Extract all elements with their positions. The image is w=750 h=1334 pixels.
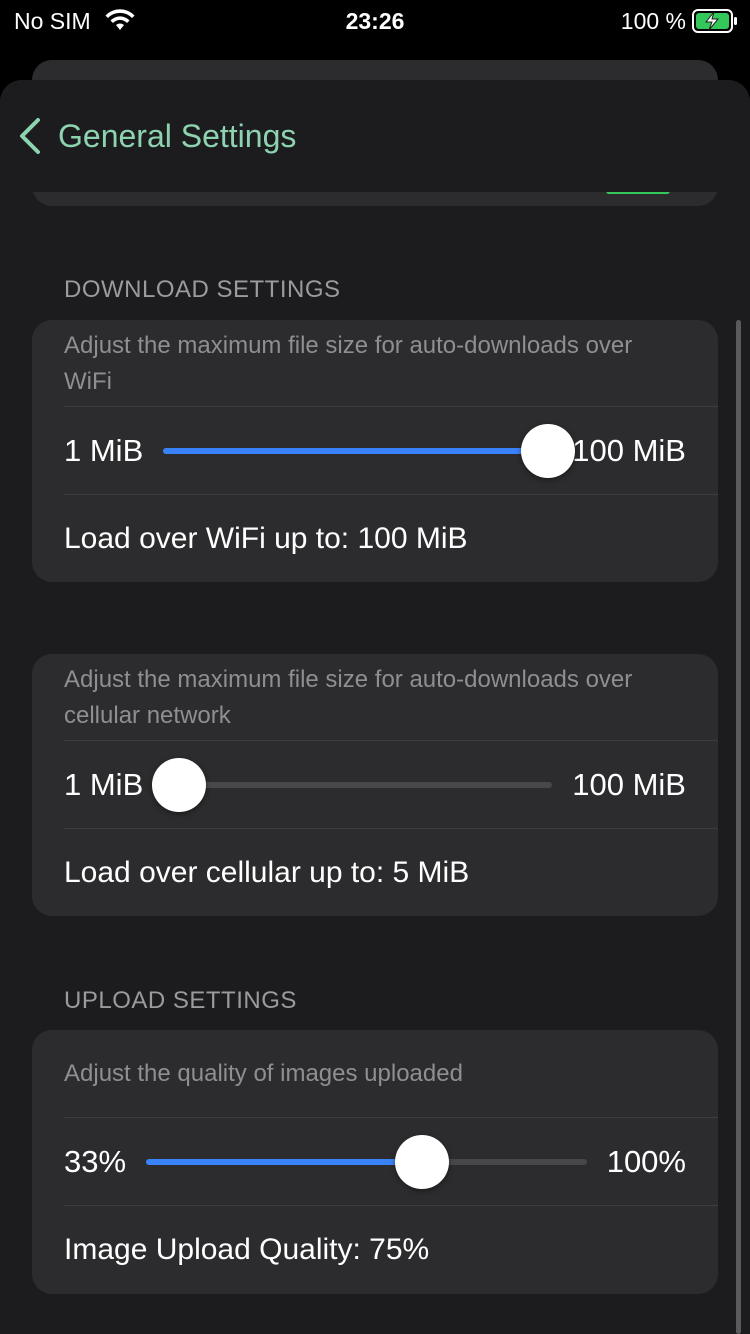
back-button[interactable]: General Settings (16, 114, 296, 158)
slider-thumb[interactable] (521, 424, 576, 478)
wifi-download-description: Adjust the maximum file size for auto-do… (64, 332, 633, 395)
upload-quality-card: Adjust the quality of images uploaded 33… (32, 1030, 718, 1294)
upload-quality-description: Adjust the quality of images uploaded (64, 1060, 463, 1087)
quality-slider-row: 33% 100% (64, 1118, 686, 1206)
slider-thumb[interactable] (151, 758, 206, 812)
slider-thumb[interactable] (395, 1135, 450, 1189)
slider-fill (146, 1159, 423, 1165)
wifi-download-card: Adjust the maximum file size for auto-do… (32, 320, 718, 582)
cellular-download-card: Adjust the maximum file size for auto-do… (32, 654, 718, 916)
slider-track (163, 448, 553, 454)
back-button-label: General Settings (58, 117, 297, 154)
download-settings-header: DOWNLOAD SETTINGS (64, 276, 341, 303)
cellular-slider-row: 1 MiB 100 MiB (64, 741, 686, 829)
settings-sheet: General Settings DOWNLOAD SETTINGS Adjus… (0, 80, 750, 1334)
wifi-slider-row: 1 MiB 100 MiB (64, 407, 686, 495)
quality-slider-min-label: 33% (64, 1144, 127, 1179)
battery-charging-icon (692, 9, 737, 33)
wifi-size-slider[interactable] (163, 407, 576, 495)
chevron-left-icon (20, 118, 40, 154)
upload-settings-header: UPLOAD SETTINGS (64, 987, 297, 1014)
slider-track (163, 782, 553, 788)
cellular-size-slider[interactable] (151, 741, 553, 829)
slider-fill (163, 448, 549, 454)
battery-percentage: 100 % (620, 8, 686, 34)
wifi-slider-max-label: 100 MiB (572, 433, 686, 468)
cellular-limit-value: Load over cellular up to: 5 MiB (64, 856, 470, 889)
upload-quality-slider[interactable] (146, 1118, 587, 1206)
wifi-slider-min-label: 1 MiB (64, 433, 144, 468)
quality-slider-max-label: 100% (606, 1144, 686, 1179)
cellular-download-description: Adjust the maximum file size for auto-do… (64, 666, 633, 729)
scroll-indicator[interactable] (736, 320, 741, 1334)
navigation-bar: General Settings (0, 80, 750, 192)
status-bar: No SIM 23:26 100 % (0, 0, 750, 42)
cellular-slider-max-label: 100 MiB (572, 767, 686, 802)
wifi-limit-value: Load over WiFi up to: 100 MiB (64, 522, 468, 555)
upload-quality-value: Image Upload Quality: 75% (64, 1233, 430, 1266)
slider-track (146, 1159, 587, 1165)
cellular-slider-min-label: 1 MiB (64, 767, 144, 802)
